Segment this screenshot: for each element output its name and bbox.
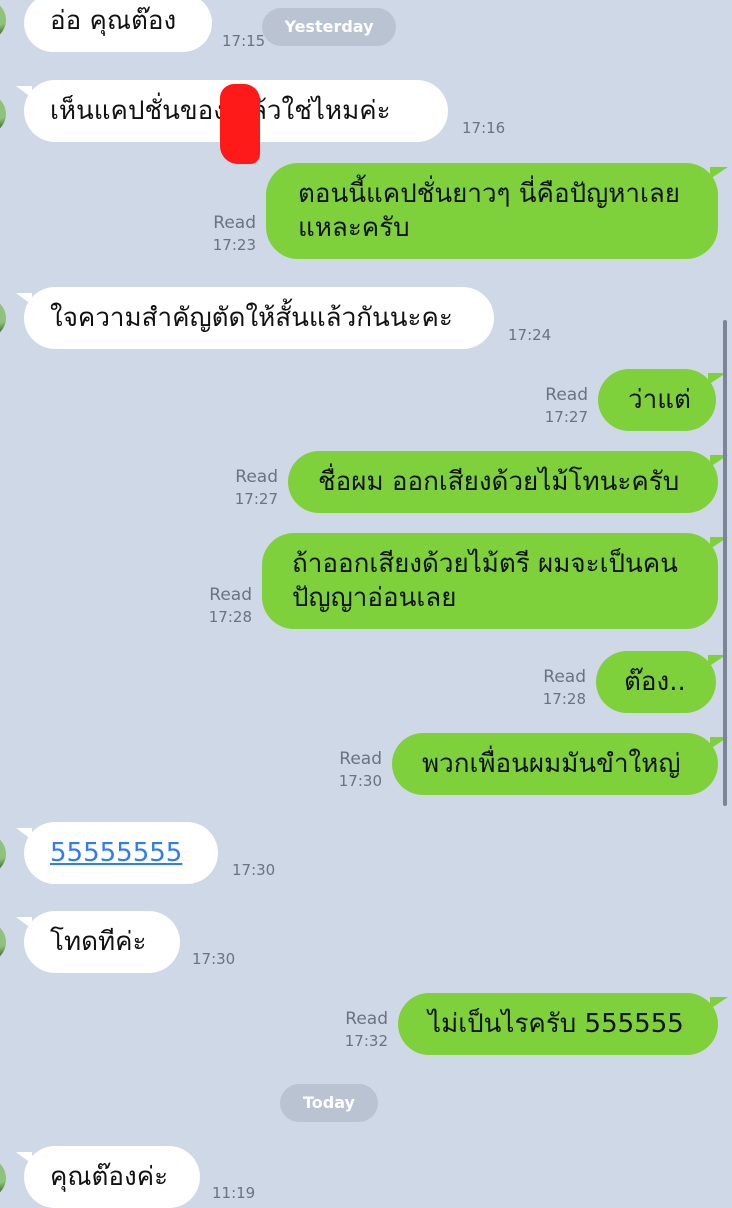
contact-avatar[interactable] (0, 1158, 6, 1198)
message-text-line: ถ้าออกเสียงด้วยไม้ตรี ผมจะเป็นคน (292, 549, 678, 579)
read-receipt: Read 17:23 (196, 212, 256, 256)
message-text: คุณต๊องค่ะ (50, 1162, 169, 1192)
read-receipt: Read 17:27 (218, 466, 278, 510)
message-text-line: ปัญญาอ่อนเลย (292, 583, 457, 613)
read-receipt: Read 17:32 (328, 1008, 388, 1052)
message-time: 17:30 (192, 950, 236, 968)
message-time: 17:15 (222, 32, 266, 50)
read-label: Read (345, 1009, 388, 1029)
read-label: Read (339, 749, 382, 769)
message-text: อ่อ คุณต๊อง (50, 6, 177, 36)
message-bubble-incoming[interactable]: อ่อ คุณต๊อง (24, 0, 212, 52)
message-time: 17:23 (212, 236, 256, 254)
read-receipt: Read 17:28 (526, 666, 586, 710)
message-time: 17:24 (508, 326, 552, 344)
message-bubble-outgoing[interactable]: ว่าแต่ (598, 369, 726, 431)
message-bubble-outgoing[interactable]: พวกเพื่อนผมมันขำใหญ่ (392, 733, 728, 795)
read-receipt: Read 17:30 (322, 748, 382, 792)
contact-avatar[interactable] (0, 834, 6, 874)
message-link[interactable]: 55555555 (50, 838, 182, 868)
read-label: Read (235, 467, 278, 487)
message-time: 17:27 (544, 408, 588, 426)
message-text: ต๊อง.. (624, 667, 686, 697)
message-text-line: ตอนนี้แคปชั่นยาวๆ นี่คือปัญหาเลย (298, 179, 681, 209)
read-label: Read (543, 667, 586, 687)
chat-scrollbar[interactable] (723, 320, 727, 806)
read-label: Read (209, 585, 252, 605)
message-bubble-incoming[interactable]: คุณต๊องค่ะ (16, 1146, 200, 1208)
message-text: ชื่อผม ออกเสียงด้วยไม้โทนะครับ (318, 467, 680, 497)
read-label: Read (213, 213, 256, 233)
read-receipt: Read 17:28 (192, 584, 252, 628)
message-bubble-outgoing[interactable]: ไม่เป็นไรครับ 555555 (398, 993, 728, 1055)
message-text: ไม่เป็นไรครับ 555555 (428, 1009, 684, 1039)
message-time: 11:19 (212, 1184, 256, 1202)
message-text-line: แหละครับ (298, 213, 410, 243)
contact-avatar[interactable] (0, 0, 6, 40)
message-text: ว่าแต่ (628, 385, 691, 415)
message-time: 17:30 (232, 861, 276, 879)
date-separator-today: Today (280, 1084, 378, 1122)
contact-avatar[interactable] (0, 298, 6, 338)
message-time: 17:28 (208, 608, 252, 626)
contact-avatar[interactable] (0, 922, 6, 962)
message-bubble-outgoing[interactable]: ตอนนี้แคปชั่นยาวๆ นี่คือปัญหาเลย แหละครั… (266, 163, 728, 259)
message-time: 17:27 (234, 490, 278, 508)
message-bubble-outgoing[interactable]: ต๊อง.. (596, 651, 726, 713)
message-bubble-outgoing[interactable]: ชื่อผม ออกเสียงด้วยไม้โทนะครับ (288, 451, 728, 513)
message-bubble-outgoing[interactable]: ถ้าออกเสียงด้วยไม้ตรี ผมจะเป็นคน ปัญญาอ่… (262, 533, 728, 629)
message-time: 17:30 (338, 772, 382, 790)
date-separator-yesterday: Yesterday (262, 8, 396, 46)
message-time: 17:28 (542, 690, 586, 708)
message-time: 17:16 (462, 119, 506, 137)
read-receipt: Read 17:27 (528, 384, 588, 428)
message-bubble-incoming[interactable]: 55555555 (16, 822, 218, 884)
message-bubble-incoming[interactable]: ใจความสำคัญตัดให้สั้นแล้วกันนะคะ (16, 287, 494, 349)
redaction-mark (220, 84, 260, 164)
message-bubble-incoming[interactable]: โทดทีค่ะ (16, 911, 180, 973)
message-text: พวกเพื่อนผมมันขำใหญ่ (422, 749, 681, 779)
contact-avatar[interactable] (0, 94, 6, 134)
message-text: ใจความสำคัญตัดให้สั้นแล้วกันนะคะ (50, 303, 453, 333)
message-text: โทดทีค่ะ (50, 927, 147, 957)
message-time: 17:32 (344, 1032, 388, 1050)
read-label: Read (545, 385, 588, 405)
